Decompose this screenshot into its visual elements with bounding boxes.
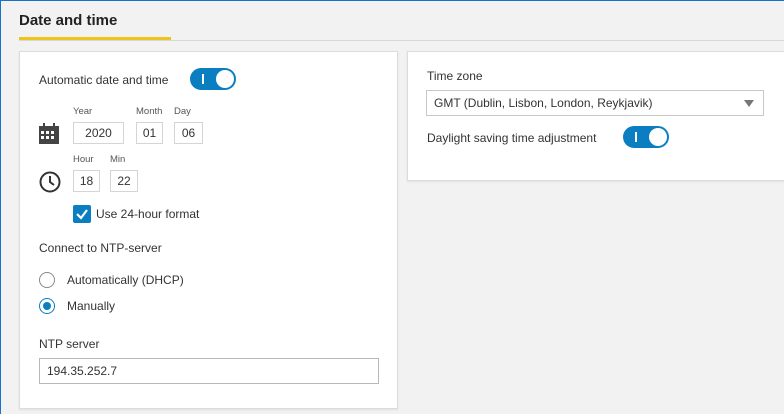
daylight-saving-toggle[interactable] bbox=[623, 126, 669, 148]
min-field[interactable]: 22 bbox=[110, 170, 138, 192]
automatic-date-time-label: Automatic date and time bbox=[39, 73, 169, 87]
calendar-icon bbox=[38, 123, 60, 148]
month-label: Month bbox=[136, 106, 163, 117]
use-24-hour-label: Use 24-hour format bbox=[96, 207, 200, 221]
time-zone-label: Time zone bbox=[427, 69, 483, 83]
min-label: Min bbox=[110, 154, 126, 165]
day-label: Day bbox=[174, 106, 191, 117]
year-field[interactable]: 2020 bbox=[73, 122, 124, 144]
time-zone-selected-value: GMT (Dublin, Lisbon, London, Reykjavik) bbox=[434, 96, 653, 110]
ntp-heading: Connect to NTP-server bbox=[39, 241, 162, 255]
radio-selected-dot bbox=[43, 302, 51, 310]
toggle-knob bbox=[216, 70, 234, 88]
radio-manually-label: Manually bbox=[67, 299, 116, 313]
month-field[interactable]: 01 bbox=[136, 122, 163, 144]
use-24-hour-checkbox[interactable] bbox=[73, 205, 91, 223]
section-title: Date and time bbox=[19, 12, 118, 29]
automatic-date-time-toggle[interactable] bbox=[190, 68, 236, 90]
time-zone-card: Time zone GMT (Dublin, Lisbon, London, R… bbox=[407, 51, 784, 181]
toggle-on-mark bbox=[635, 132, 637, 142]
radio-automatically-dhcp[interactable] bbox=[39, 272, 55, 288]
radio-automatically-dhcp-label: Automatically (DHCP) bbox=[67, 273, 184, 287]
toggle-on-mark bbox=[202, 74, 204, 84]
toggle-knob bbox=[649, 128, 667, 146]
time-zone-select[interactable]: GMT (Dublin, Lisbon, London, Reykjavik) bbox=[426, 90, 764, 116]
hour-label: Hour bbox=[73, 154, 94, 165]
ntp-server-input[interactable]: 194.35.252.7 bbox=[39, 358, 379, 384]
radio-manually[interactable] bbox=[39, 298, 55, 314]
ntp-server-label: NTP server bbox=[39, 337, 100, 351]
daylight-saving-label: Daylight saving time adjustment bbox=[427, 131, 597, 145]
year-label: Year bbox=[73, 106, 93, 117]
day-field[interactable]: 06 bbox=[174, 122, 203, 144]
date-time-card: Automatic date and time Year Month Day 2… bbox=[19, 51, 398, 409]
hour-field[interactable]: 18 bbox=[73, 170, 100, 192]
chevron-down-icon bbox=[744, 100, 754, 107]
section-divider bbox=[19, 40, 784, 41]
clock-icon bbox=[39, 171, 61, 196]
